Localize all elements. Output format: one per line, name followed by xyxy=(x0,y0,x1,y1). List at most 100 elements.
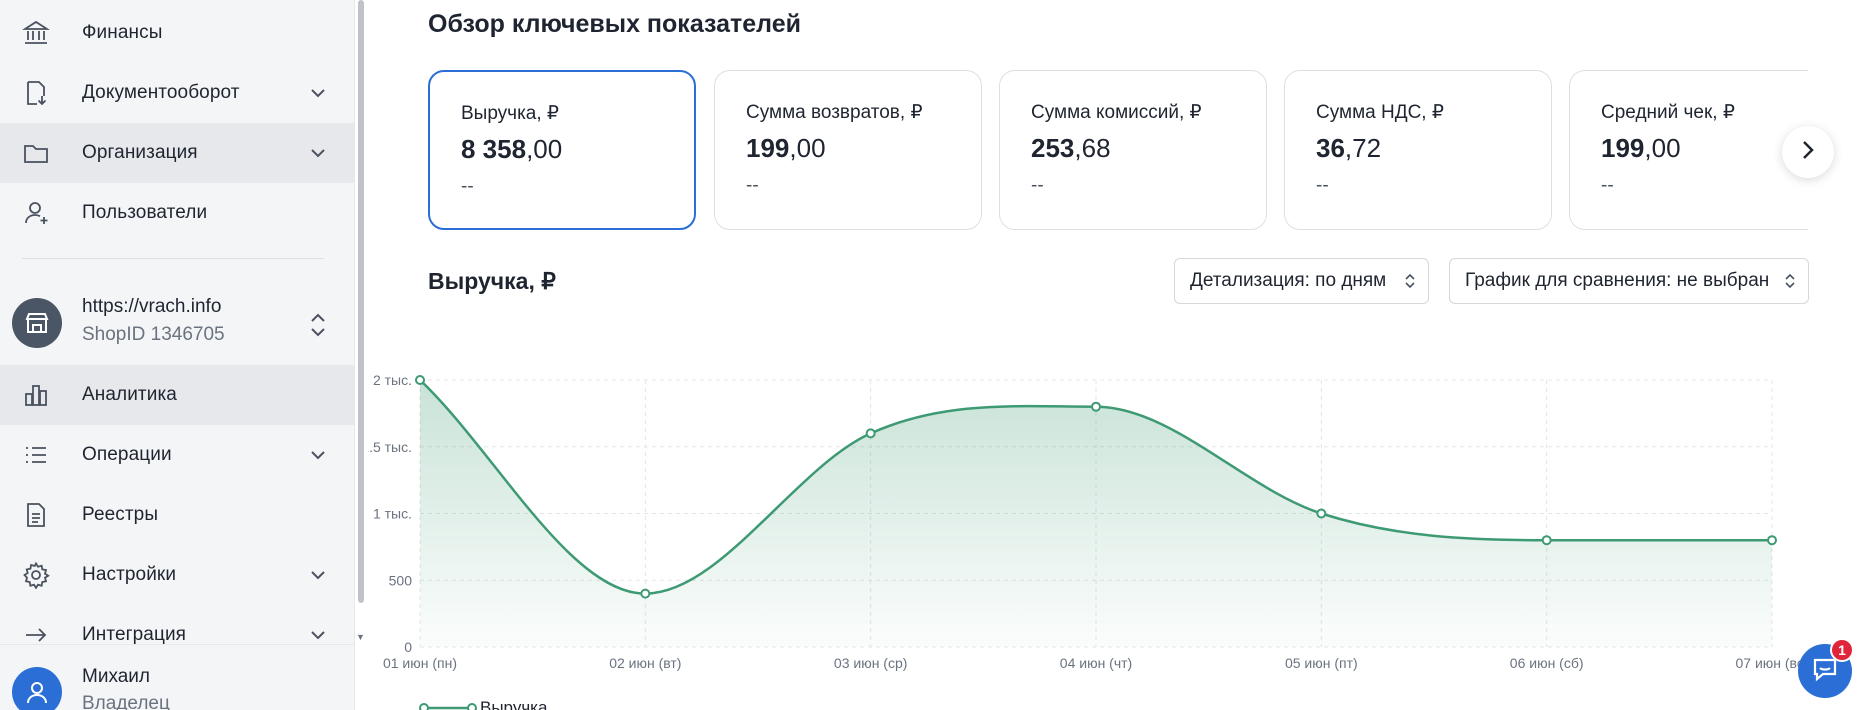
main-content: Обзор ключевых показателей Выручка, ₽ 8 … xyxy=(368,0,1876,710)
document-download-icon xyxy=(20,77,52,109)
sidebar-item-label: Финансы xyxy=(82,22,163,43)
bank-icon xyxy=(20,17,52,49)
data-point[interactable] xyxy=(1541,535,1552,546)
kpi-label: Сумма возвратов, ₽ xyxy=(746,102,923,123)
list-icon xyxy=(20,439,52,471)
y-tick-label: 1 тыс. xyxy=(373,506,412,522)
sidebar-item-label: Операции xyxy=(82,444,172,465)
y-tick-label: 2 тыс. xyxy=(373,372,412,388)
x-tick-label: 02 июн (вт) xyxy=(609,655,681,671)
kpi-value: 199,00 xyxy=(1601,133,1681,163)
select-arrows-icon xyxy=(1404,271,1416,291)
kpi-card-revenue[interactable]: Выручка, ₽ 8 358,00 -- xyxy=(428,70,696,230)
shop-id: ShopID 1346705 xyxy=(82,324,225,345)
chevron-down-icon xyxy=(308,445,328,465)
x-tick-label: 06 июн (сб) xyxy=(1510,655,1584,671)
x-tick-label: 04 июн (чт) xyxy=(1060,655,1132,671)
kpi-value: 199,00 xyxy=(746,133,826,163)
chat-notification-badge: 1 xyxy=(1830,638,1854,662)
revenue-chart: 0 500 1 тыс. 1.5 тыс. 2 тыс. 01 июн (пн) 02 и… xyxy=(368,372,1809,710)
sidebar-item-finance[interactable]: Финансы xyxy=(0,3,354,63)
kpi-label: Сумма НДС, ₽ xyxy=(1316,102,1444,123)
legend-label: Выручка xyxy=(480,698,548,710)
kpi-delta: -- xyxy=(1601,175,1614,196)
kpi-value: 8 358,00 xyxy=(461,134,563,164)
data-point[interactable] xyxy=(865,428,876,439)
kpi-label: Сумма комиссий, ₽ xyxy=(1031,102,1202,123)
chart-legend[interactable]: Выручка xyxy=(419,698,548,710)
y-tick-label: 500 xyxy=(389,572,413,588)
y-tick-label: 1.5 тыс. xyxy=(368,439,412,455)
user-role: Владелец xyxy=(82,693,170,710)
legend-marker xyxy=(467,703,477,710)
sidebar-item-label: Реестры xyxy=(82,504,159,525)
sidebar-item-settings[interactable]: Настройки xyxy=(0,545,354,605)
user-name: Михаил xyxy=(82,666,150,687)
cards-next-button[interactable] xyxy=(1782,126,1834,178)
y-axis: 0 500 1 тыс. 1.5 тыс. 2 тыс. xyxy=(368,372,412,655)
kpi-label: Выручка, ₽ xyxy=(461,103,560,124)
data-point[interactable] xyxy=(640,588,651,599)
x-tick-label: 01 июн (пн) xyxy=(383,655,457,671)
sidebar-item-label: Документооборот xyxy=(82,82,240,103)
chevron-down-icon xyxy=(308,83,328,103)
user-add-icon xyxy=(20,197,52,229)
chevron-up-down-icon xyxy=(308,310,328,340)
user-icon xyxy=(12,667,62,710)
compare-select[interactable]: График для сравнения: не выбран xyxy=(1449,258,1809,304)
gear-icon xyxy=(20,559,52,591)
store-icon xyxy=(12,298,62,348)
x-tick-label: 05 июн (пт) xyxy=(1285,655,1358,671)
legend-marker xyxy=(419,703,429,710)
x-tick-label: 03 июн (ср) xyxy=(834,655,908,671)
detail-select[interactable]: Детализация: по дням xyxy=(1174,258,1429,304)
sidebar-item-label: Организация xyxy=(82,142,198,163)
bar-chart-icon xyxy=(20,379,52,411)
sidebar-item-label: Аналитика xyxy=(82,384,177,405)
shop-url: https://vrach.info xyxy=(82,296,222,317)
kpi-delta: -- xyxy=(1031,175,1044,196)
data-point[interactable] xyxy=(1091,401,1101,412)
kpi-card-returns[interactable]: Сумма возвратов, ₽ 199,00 -- xyxy=(714,70,982,230)
data-point[interactable] xyxy=(1767,535,1777,546)
sidebar-item-users[interactable]: Пользователи xyxy=(0,183,354,243)
chart-title: Выручка, ₽ xyxy=(428,268,556,294)
sidebar: Финансы Документооборот Организация Поль… xyxy=(0,0,355,710)
kpi-delta: -- xyxy=(461,176,474,197)
chevron-down-icon xyxy=(308,565,328,585)
x-axis: 01 июн (пн) 02 июн (вт) 03 июн (ср) 04 июн … xyxy=(383,655,1809,671)
kpi-delta: -- xyxy=(1316,175,1329,196)
detail-select-value: Детализация: по дням xyxy=(1190,270,1387,291)
y-tick-label: 0 xyxy=(404,639,412,655)
sidebar-item-label: Настройки xyxy=(82,564,177,585)
data-point[interactable] xyxy=(415,375,425,385)
user-profile[interactable]: Михаил Владелец xyxy=(0,644,354,710)
kpi-label: Средний чек, ₽ xyxy=(1601,102,1735,123)
sidebar-item-documents[interactable]: Документооборот xyxy=(0,63,354,123)
select-arrows-icon xyxy=(1784,271,1796,291)
sidebar-item-analytics[interactable]: Аналитика xyxy=(0,365,354,425)
shop-selector[interactable]: https://vrach.info ShopID 1346705 xyxy=(0,290,354,360)
kpi-card-vat[interactable]: Сумма НДС, ₽ 36,72 -- xyxy=(1284,70,1552,230)
data-point[interactable] xyxy=(1316,508,1327,519)
chevron-down-icon xyxy=(308,625,328,645)
file-text-icon xyxy=(20,499,52,531)
compare-select-value: График для сравнения: не выбран xyxy=(1465,270,1770,291)
sidebar-item-operations[interactable]: Операции xyxy=(0,425,354,485)
kpi-card-commissions[interactable]: Сумма комиссий, ₽ 253,68 -- xyxy=(999,70,1267,230)
scroll-down-icon[interactable]: ▼ xyxy=(356,632,365,642)
kpi-value: 36,72 xyxy=(1316,133,1382,163)
chevron-right-icon xyxy=(1801,139,1815,166)
kpi-delta: -- xyxy=(746,175,759,196)
sidebar-item-label: Пользователи xyxy=(82,202,208,223)
folder-icon xyxy=(20,137,52,169)
page-title: Обзор ключевых показателей xyxy=(428,10,801,38)
sidebar-item-organization[interactable]: Организация xyxy=(0,123,354,183)
sidebar-scrollbar[interactable] xyxy=(358,0,364,603)
kpi-cards: Выручка, ₽ 8 358,00 -- Сумма возвратов, … xyxy=(428,70,1808,232)
sidebar-divider xyxy=(22,258,324,259)
sidebar-item-registries[interactable]: Реестры xyxy=(0,485,354,545)
kpi-card-average-check[interactable]: Средний чек, ₽ 199,00 -- xyxy=(1569,70,1808,230)
chevron-down-icon xyxy=(308,143,328,163)
kpi-value: 253,68 xyxy=(1031,133,1111,163)
